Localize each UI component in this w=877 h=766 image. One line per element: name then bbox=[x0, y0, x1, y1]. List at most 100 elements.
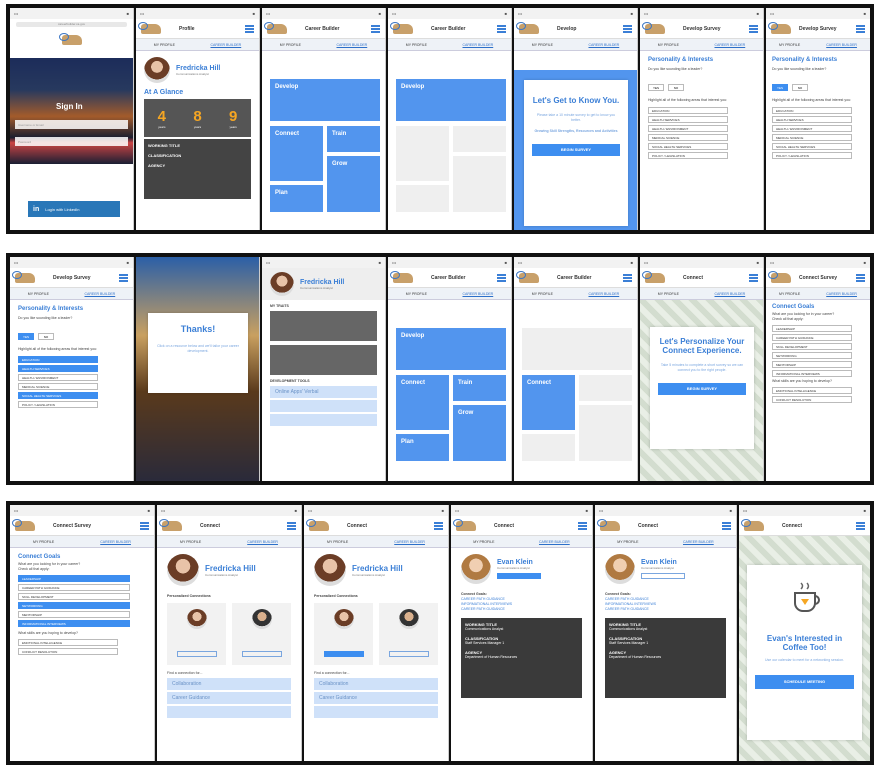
tab-my-profile[interactable]: MY PROFILE bbox=[280, 43, 301, 47]
tab-career-builder[interactable]: CAREER BUILDER bbox=[336, 43, 367, 47]
username-input[interactable]: Username or Email bbox=[15, 120, 128, 129]
menu-icon[interactable] bbox=[497, 273, 506, 282]
yes-option[interactable]: YES bbox=[772, 84, 788, 91]
connect-button[interactable] bbox=[388, 651, 429, 657]
tab-my-profile[interactable]: MY PROFILE bbox=[658, 43, 679, 47]
connect-button[interactable] bbox=[641, 573, 685, 579]
menu-icon[interactable] bbox=[856, 24, 865, 33]
tab-my-profile[interactable]: MY PROFILE bbox=[180, 540, 201, 544]
no-option[interactable]: NO bbox=[38, 333, 54, 340]
menu-icon[interactable] bbox=[623, 24, 632, 33]
menu-icon[interactable] bbox=[578, 521, 587, 530]
tool-bar[interactable] bbox=[270, 414, 377, 426]
tab-my-profile[interactable]: MY PROFILE bbox=[327, 540, 348, 544]
tool-bar[interactable]: Online Apps' Verbal bbox=[270, 386, 377, 398]
tool-bar[interactable] bbox=[270, 400, 377, 412]
tab-career-builder[interactable]: CAREER BUILDER bbox=[588, 43, 619, 47]
option[interactable]: HEALTH / ENVIRONMENT bbox=[648, 125, 728, 132]
tab-career-builder[interactable]: CAREER BUILDER bbox=[247, 540, 278, 544]
option[interactable]: HEALTH SERVICES bbox=[772, 116, 852, 123]
option[interactable]: INFORMATIONAL INTERVIEWS bbox=[772, 370, 852, 377]
option[interactable]: EDUCATION bbox=[18, 356, 98, 363]
option[interactable]: MENTORSHIP bbox=[18, 611, 130, 618]
tab-career-builder[interactable]: CAREER BUILDER bbox=[394, 540, 425, 544]
menu-icon[interactable] bbox=[856, 273, 865, 282]
plan-tile[interactable]: Plan bbox=[396, 434, 449, 461]
tab-career-builder[interactable]: CAREER BUILDER bbox=[826, 43, 857, 47]
menu-icon[interactable] bbox=[119, 273, 128, 282]
tab-career-builder[interactable]: CAREER BUILDER bbox=[210, 43, 241, 47]
option[interactable]: HEALTH SERVICES bbox=[648, 116, 728, 123]
menu-icon[interactable] bbox=[497, 24, 506, 33]
option[interactable]: SOCIAL HEALTH SERVICES bbox=[772, 143, 852, 150]
option[interactable]: LEADERSHIP bbox=[772, 325, 852, 332]
option[interactable]: CAREER PATH GUIDANCE bbox=[18, 584, 130, 591]
option[interactable]: SKILL DEVELOPMENT bbox=[772, 343, 852, 350]
tab-my-profile[interactable]: MY PROFILE bbox=[473, 540, 494, 544]
tab-career-builder[interactable]: CAREER BUILDER bbox=[100, 540, 131, 544]
menu-icon[interactable] bbox=[371, 24, 380, 33]
tab-my-profile[interactable]: MY PROFILE bbox=[779, 43, 800, 47]
option[interactable]: LEADERSHIP bbox=[18, 575, 130, 582]
connect-tile[interactable]: Connect bbox=[396, 375, 449, 430]
option[interactable]: POLICY / LEGISLATION bbox=[18, 401, 98, 408]
tab-my-profile[interactable]: MY PROFILE bbox=[532, 292, 553, 296]
find-category[interactable] bbox=[314, 706, 438, 718]
tab-my-profile[interactable]: MY PROFILE bbox=[617, 540, 638, 544]
option[interactable]: CONFLICT RESOLUTION bbox=[18, 648, 118, 655]
no-option[interactable]: NO bbox=[792, 84, 808, 91]
tab-my-profile[interactable]: MY PROFILE bbox=[154, 43, 175, 47]
url-bar[interactable]: careerbuilder.ca.gov bbox=[16, 21, 127, 27]
option[interactable]: SKILL DEVELOPMENT bbox=[18, 593, 130, 600]
tab-my-profile[interactable]: MY PROFILE bbox=[28, 292, 49, 296]
option[interactable]: CAREER PATH GUIDANCE bbox=[772, 334, 852, 341]
plan-tile[interactable]: Plan bbox=[270, 185, 323, 212]
tab-my-profile[interactable]: MY PROFILE bbox=[779, 292, 800, 296]
tab-career-builder[interactable]: CAREER BUILDER bbox=[714, 43, 745, 47]
connect-button[interactable] bbox=[323, 651, 364, 657]
option[interactable]: SOCIAL HEALTH SERVICES bbox=[18, 392, 98, 399]
option[interactable]: MEDICAL SCIENCE bbox=[648, 134, 728, 141]
option[interactable]: MENTORSHIP bbox=[772, 361, 852, 368]
yes-option[interactable]: YES bbox=[648, 84, 664, 91]
yes-option[interactable]: YES bbox=[18, 333, 34, 340]
connection-card[interactable] bbox=[314, 603, 373, 665]
tab-my-profile[interactable]: MY PROFILE bbox=[406, 292, 427, 296]
option[interactable]: SOCIAL HEALTH SERVICES bbox=[648, 143, 728, 150]
option[interactable]: NETWORKING bbox=[772, 352, 852, 359]
no-option[interactable]: NO bbox=[668, 84, 684, 91]
tab-career-builder[interactable]: CAREER BUILDER bbox=[462, 43, 493, 47]
menu-icon[interactable] bbox=[287, 521, 296, 530]
password-input[interactable]: Password bbox=[15, 137, 128, 146]
find-category[interactable]: Career Guidance bbox=[167, 692, 291, 704]
option[interactable]: NETWORKING bbox=[18, 602, 130, 609]
tab-my-profile[interactable]: MY PROFILE bbox=[658, 292, 679, 296]
option[interactable]: CONFLICT RESOLUTION bbox=[772, 396, 852, 403]
menu-icon[interactable] bbox=[749, 273, 758, 282]
develop-tile[interactable]: Develop bbox=[396, 328, 506, 370]
develop-tile[interactable]: Develop bbox=[396, 79, 506, 121]
option[interactable]: HEALTH / ENVIRONMENT bbox=[772, 125, 852, 132]
begin-survey-button[interactable]: BEGIN SURVEY bbox=[532, 144, 620, 156]
connect-tile[interactable]: Connect bbox=[270, 126, 323, 181]
connection-card[interactable] bbox=[379, 603, 438, 665]
option[interactable]: MEDICAL SCIENCE bbox=[772, 134, 852, 141]
option[interactable]: EMOTIONAL INTELLIGENCE bbox=[772, 387, 852, 394]
train-tile[interactable]: Train bbox=[327, 126, 380, 152]
option[interactable]: POLICY / LEGISLATION bbox=[772, 152, 852, 159]
tab-my-profile[interactable]: MY PROFILE bbox=[406, 43, 427, 47]
connect-button[interactable] bbox=[241, 651, 282, 657]
menu-icon[interactable] bbox=[245, 24, 254, 33]
grow-tile[interactable]: Grow bbox=[453, 405, 506, 461]
tab-career-builder[interactable]: CAREER BUILDER bbox=[683, 540, 714, 544]
tab-career-builder[interactable]: CAREER BUILDER bbox=[84, 292, 115, 296]
option[interactable]: MEDICAL SCIENCE bbox=[18, 383, 98, 390]
option[interactable]: POLICY / LEGISLATION bbox=[648, 152, 728, 159]
find-category[interactable]: Collaboration bbox=[314, 678, 438, 690]
connect-tile[interactable]: Connect bbox=[522, 375, 575, 430]
connect-button[interactable] bbox=[497, 573, 541, 579]
linkedin-login-button[interactable]: in Login with LinkedIn bbox=[28, 201, 120, 217]
tab-career-builder[interactable]: CAREER BUILDER bbox=[826, 292, 857, 296]
connection-card[interactable] bbox=[232, 603, 291, 665]
train-tile[interactable]: Train bbox=[453, 375, 506, 401]
